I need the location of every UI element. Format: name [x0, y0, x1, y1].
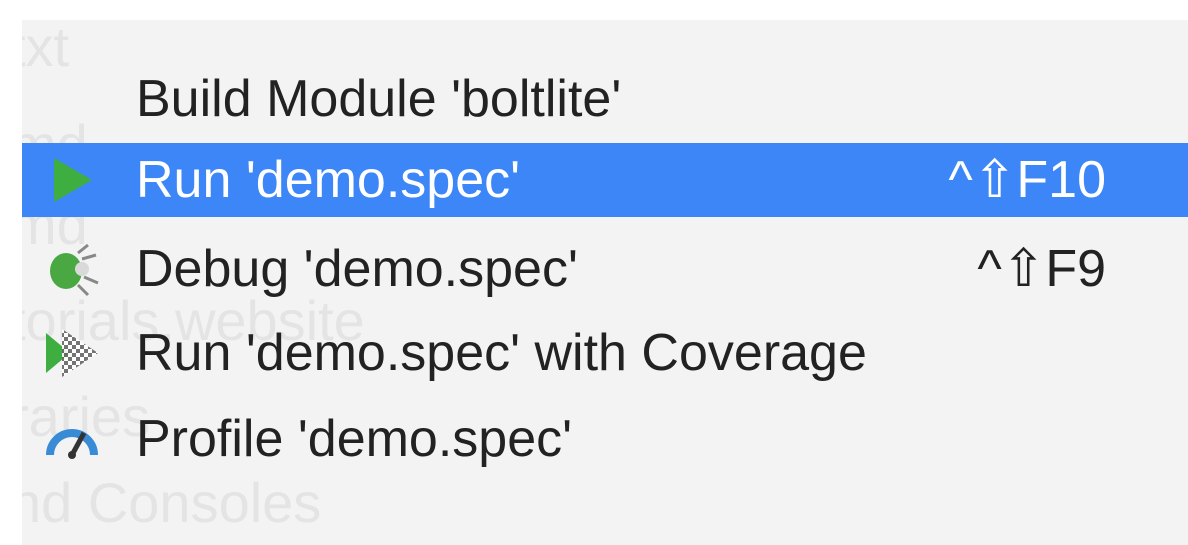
menu-item-label: Build Module 'boltlite'	[136, 70, 622, 128]
profile-icon	[44, 411, 100, 467]
menu-item-shortcut: ^⇧F9	[977, 240, 1106, 298]
menu-item-run-with-coverage[interactable]: Run 'demo.spec' with Coverage	[22, 316, 1188, 390]
context-menu: txt md md torials.website raries nd Cons…	[22, 20, 1188, 545]
menu-item-debug[interactable]: Debug 'demo.spec' ^⇧F9	[22, 232, 1188, 306]
menu-item-label: Run 'demo.spec' with Coverage	[136, 324, 867, 382]
menu-item-label: Run 'demo.spec'	[136, 151, 521, 209]
menu-item-run[interactable]: Run 'demo.spec' ^⇧F10	[22, 143, 1188, 217]
background-text-6: nd Consoles	[22, 471, 322, 534]
menu-item-shortcut: ^⇧F10	[948, 151, 1106, 209]
menu-item-label: Debug 'demo.spec'	[136, 240, 578, 298]
coverage-icon	[44, 325, 100, 381]
menu-item-profile[interactable]: Profile 'demo.spec'	[22, 402, 1188, 476]
menu-item-label: Profile 'demo.spec'	[136, 410, 573, 468]
run-icon	[44, 152, 100, 208]
menu-item-build-module[interactable]: Build Module 'boltlite'	[22, 62, 1188, 136]
debug-icon	[44, 241, 100, 297]
